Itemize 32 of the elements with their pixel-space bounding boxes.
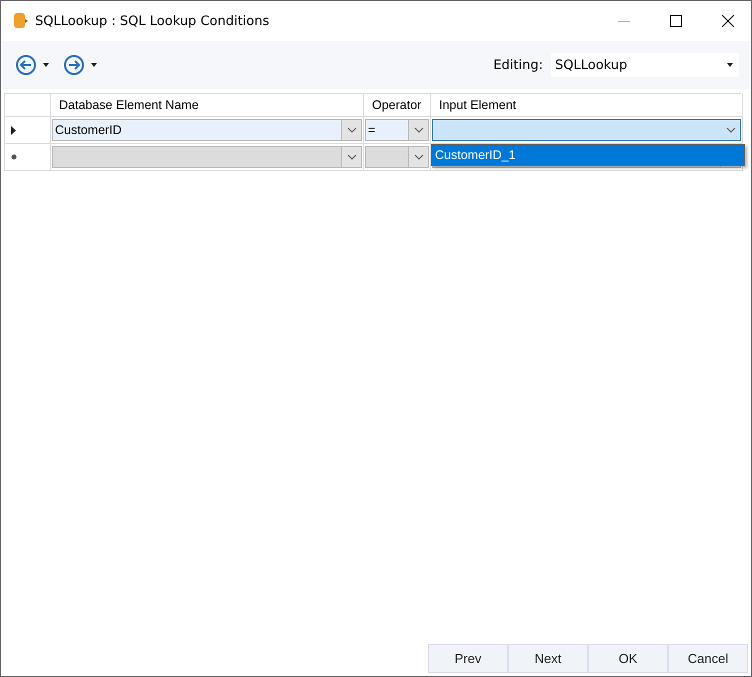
caret-icon: [43, 63, 49, 67]
column-header: Input Element: [431, 94, 743, 117]
dialog-button[interactable]: Next: [508, 644, 588, 673]
chevron-down-icon: [414, 154, 424, 160]
chevron-down-icon: [726, 127, 736, 133]
editing-label: Editing:: [493, 58, 543, 72]
caret-icon: [91, 63, 97, 67]
minimize-icon: [618, 20, 630, 22]
dialog-button[interactable]: OK: [588, 644, 668, 673]
chevron-down-icon: [346, 154, 356, 160]
chevron-down-icon: [346, 127, 356, 133]
database-icon: [13, 12, 29, 30]
combo-field[interactable]: [365, 146, 429, 168]
back-button[interactable]: [13, 52, 51, 78]
maximize-icon: [670, 15, 682, 27]
close-icon: [722, 15, 734, 27]
column-header: Operator: [364, 94, 431, 117]
combo-field[interactable]: CustomerID: [52, 119, 362, 141]
dialog-button[interactable]: Prev: [428, 644, 508, 673]
column-header: Database Element Name: [51, 94, 364, 117]
combo-field[interactable]: [52, 146, 362, 168]
editing-dropdown[interactable]: SQLLookup: [551, 53, 739, 77]
new-row-icon: [11, 154, 17, 160]
dropdown-option[interactable]: CustomerID_1: [432, 145, 744, 165]
current-row-icon: [11, 126, 16, 134]
dialog-button[interactable]: Cancel: [668, 644, 748, 673]
chevron-down-icon: [414, 127, 424, 133]
caret-icon: [727, 63, 733, 67]
combo-field[interactable]: =: [365, 119, 429, 141]
window-title: SQLLookup : SQL Lookup Conditions: [35, 14, 270, 28]
forward-button[interactable]: [61, 52, 99, 78]
combo-field[interactable]: [432, 119, 741, 141]
